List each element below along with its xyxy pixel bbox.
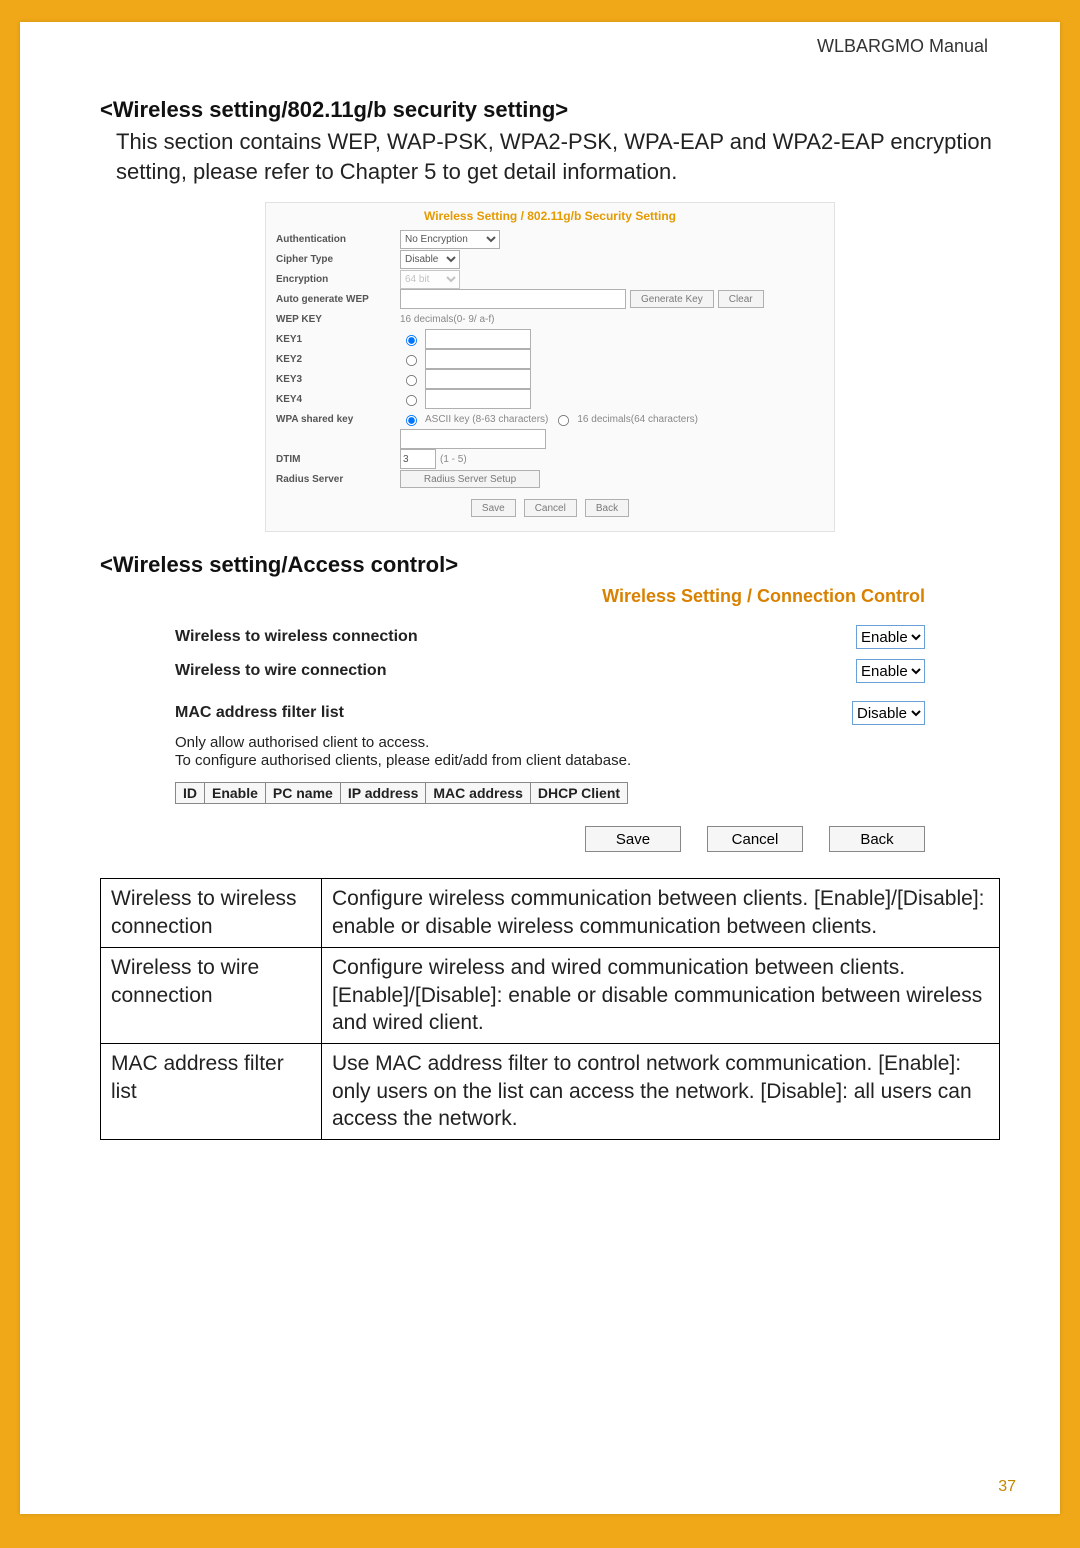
- section-body-security: This section contains WEP, WAP-PSK, WPA2…: [100, 127, 1000, 186]
- dtim-range: (1 - 5): [440, 454, 467, 465]
- connection-control-panel: Wireless Setting / Connection Control Wi…: [175, 586, 925, 852]
- enc-label: Encryption: [276, 274, 396, 285]
- autogen-label: Auto generate WEP: [276, 294, 396, 305]
- autogen-input[interactable]: [400, 289, 626, 309]
- exp-k-1: Wireless to wire connection: [101, 947, 322, 1043]
- ascii-label: ASCII key (8-63 characters): [425, 414, 548, 425]
- cc-w2w-label: Wireless to wireless connection: [175, 628, 418, 646]
- cc-cancel-button[interactable]: Cancel: [707, 826, 803, 852]
- wpa-label: WPA shared key: [276, 414, 396, 425]
- cc-w2wire-select[interactable]: Enable: [856, 659, 925, 683]
- mac-filter-table: ID Enable PC name IP address MAC address…: [175, 782, 628, 804]
- sec-back-button[interactable]: Back: [585, 499, 629, 517]
- explanation-table: Wireless to wireless connection Configur…: [100, 878, 1000, 1140]
- page: WLBARGMO Manual <Wireless setting/802.11…: [20, 22, 1060, 1514]
- cc-w2wire-label: Wireless to wire connection: [175, 662, 386, 680]
- sec-cancel-button[interactable]: Cancel: [524, 499, 577, 517]
- cc-helper2: To configure authorised clients, please …: [175, 751, 925, 771]
- clear-button[interactable]: Clear: [718, 290, 764, 308]
- key3-radio[interactable]: [406, 375, 417, 386]
- cc-back-button[interactable]: Back: [829, 826, 925, 852]
- mac-col-ip: IP address: [340, 783, 426, 804]
- exp-v-2: Use MAC address filter to control networ…: [322, 1043, 1000, 1139]
- wpa-input[interactable]: [400, 429, 546, 449]
- key2-radio[interactable]: [406, 355, 417, 366]
- exp-v-1: Configure wireless and wired communicati…: [322, 947, 1000, 1043]
- exp-k-2: MAC address filter list: [101, 1043, 322, 1139]
- section-title-access: <Wireless setting/Access control>: [100, 552, 1000, 578]
- mac-col-mac: MAC address: [426, 783, 530, 804]
- cipher-label: Cipher Type: [276, 254, 396, 265]
- cc-title: Wireless Setting / Connection Control: [175, 586, 925, 607]
- cc-save-button[interactable]: Save: [585, 826, 681, 852]
- auth-label: Authentication: [276, 234, 396, 245]
- auth-select[interactable]: No Encryption: [400, 230, 500, 249]
- key4-radio[interactable]: [406, 395, 417, 406]
- key3-input[interactable]: [425, 369, 531, 389]
- exp-v-0: Configure wireless communication between…: [322, 879, 1000, 947]
- page-number: 37: [998, 1478, 1016, 1496]
- generate-key-button[interactable]: Generate Key: [630, 290, 714, 308]
- key1-input[interactable]: [425, 329, 531, 349]
- key1-label: KEY1: [276, 334, 396, 345]
- section-title-security: <Wireless setting/802.11g/b security set…: [100, 97, 1000, 123]
- dec64-label: 16 decimals(64 characters): [577, 414, 698, 425]
- key1-radio[interactable]: [406, 335, 417, 346]
- mac-col-dhcp: DHCP Client: [530, 783, 627, 804]
- key4-input[interactable]: [425, 389, 531, 409]
- radius-label: Radius Server: [276, 474, 396, 485]
- key2-input[interactable]: [425, 349, 531, 369]
- mac-col-pcname: PC name: [265, 783, 340, 804]
- wepkey-hint: 16 decimals(0- 9/ a-f): [400, 314, 494, 325]
- exp-k-0: Wireless to wireless connection: [101, 879, 322, 947]
- security-settings-panel: Wireless Setting / 802.11g/b Security Se…: [265, 202, 835, 532]
- mac-col-enable: Enable: [205, 783, 266, 804]
- wepkey-label: WEP KEY: [276, 314, 396, 325]
- key3-label: KEY3: [276, 374, 396, 385]
- manual-title: WLBARGMO Manual: [100, 36, 1000, 57]
- key4-label: KEY4: [276, 394, 396, 405]
- dtim-input[interactable]: [400, 449, 436, 469]
- radius-setup-button[interactable]: Radius Server Setup: [400, 470, 540, 488]
- security-panel-title: Wireless Setting / 802.11g/b Security Se…: [276, 209, 824, 223]
- dtim-label: DTIM: [276, 454, 396, 465]
- sec-save-button[interactable]: Save: [471, 499, 516, 517]
- cc-mac-select[interactable]: Disable: [852, 701, 925, 725]
- cipher-select[interactable]: Disable: [400, 250, 460, 269]
- key2-label: KEY2: [276, 354, 396, 365]
- cc-w2w-select[interactable]: Enable: [856, 625, 925, 649]
- enc-select: 64 bit: [400, 270, 460, 289]
- cc-mac-label: MAC address filter list: [175, 704, 344, 722]
- mac-col-id: ID: [176, 783, 205, 804]
- dec64-radio[interactable]: [558, 415, 569, 426]
- ascii-radio[interactable]: [406, 415, 417, 426]
